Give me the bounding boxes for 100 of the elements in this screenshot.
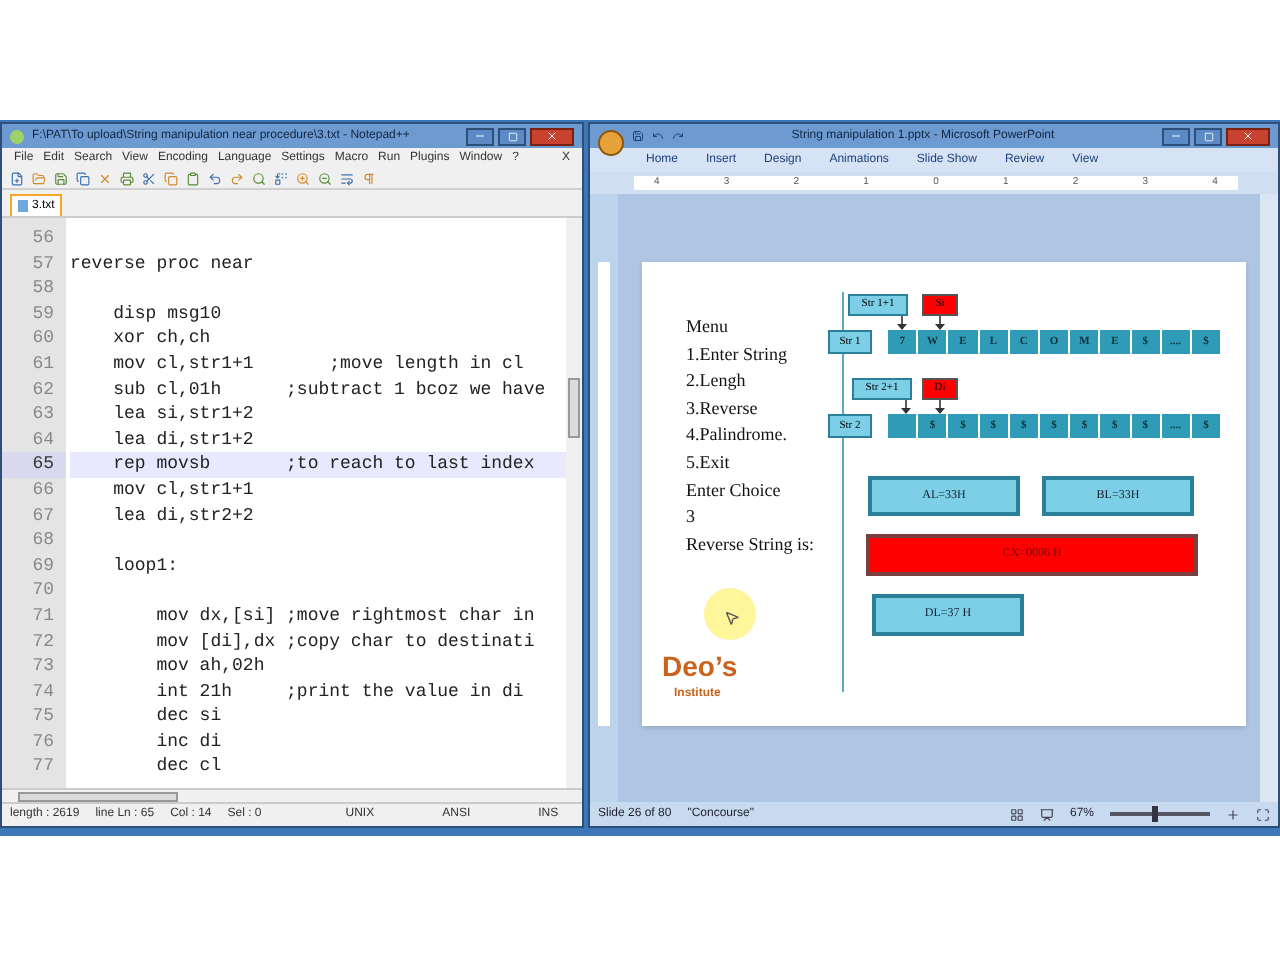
copy-icon[interactable]	[164, 171, 178, 185]
code-line: mov cl,str1+1 ;move length in cl	[111, 351, 526, 378]
pilcrow-icon[interactable]	[362, 171, 376, 185]
code-line: int 21h ;print the value in di	[154, 679, 526, 705]
line-number: 61	[30, 351, 56, 378]
code-line: lea si,str1+2	[111, 402, 256, 428]
down-arrow	[934, 316, 946, 330]
minimize-button[interactable]	[466, 127, 494, 145]
code-line: mov dx,[si] ;move rightmost char in	[154, 603, 537, 629]
slide-text: Enter Choice	[686, 477, 783, 504]
close-icon	[546, 130, 558, 142]
scissors-icon[interactable]	[142, 171, 156, 185]
search-icon[interactable]	[252, 171, 266, 185]
new-file-icon[interactable]	[10, 171, 24, 185]
memory-cell	[888, 414, 919, 438]
close-icon	[1242, 130, 1254, 142]
maximize-icon	[1203, 131, 1213, 141]
line-number: 72	[30, 629, 56, 655]
down-arrow	[934, 400, 946, 414]
logo-text: Deo’s	[662, 648, 738, 686]
file-icon	[18, 200, 28, 212]
line-number: 75	[30, 704, 56, 730]
line-number: 70	[30, 578, 56, 604]
line-number: 76	[30, 729, 56, 755]
maximize-button[interactable]	[1194, 127, 1222, 145]
mouse-cursor-icon	[724, 610, 740, 626]
down-arrow	[900, 400, 912, 414]
fit-icon[interactable]	[1256, 807, 1270, 821]
slide-text: Menu	[686, 314, 730, 340]
grid-view-icon[interactable]	[1009, 807, 1024, 821]
vertical-scrollbar[interactable]	[566, 218, 582, 788]
minimize-button[interactable]	[1162, 127, 1190, 145]
code-line: lea di,str2+2	[111, 503, 256, 529]
code-line: mov [di],dx ;copy char to destinati	[154, 629, 537, 655]
line-number: 59	[30, 301, 56, 327]
redo-icon[interactable]	[672, 130, 684, 142]
code-line: mov cl,str1+1	[111, 477, 256, 504]
vertical-scrollbar[interactable]	[1260, 194, 1278, 802]
slide-text: 3.Reverse	[686, 395, 760, 422]
line-number: 62	[30, 377, 56, 403]
line-number: 60	[30, 326, 56, 352]
code-line: reverse proc near	[70, 251, 256, 277]
line-number: 56	[30, 226, 56, 252]
slide-text: Reverse String is:	[686, 531, 814, 558]
print-icon[interactable]	[120, 171, 134, 185]
code-line: lea di,str1+2	[111, 427, 256, 453]
code-line: mov ah,02h	[154, 654, 267, 680]
line-number: 66	[30, 477, 56, 504]
line-number: 64	[30, 427, 56, 453]
undo-icon[interactable]	[652, 130, 664, 142]
line-number: 74	[30, 679, 56, 705]
zoom-slider-thumb[interactable]	[1152, 806, 1159, 822]
zoom-in-icon[interactable]	[1226, 807, 1240, 821]
zoom-out-icon[interactable]	[318, 171, 332, 185]
copy-icon[interactable]	[76, 171, 90, 185]
wrap-icon[interactable]	[340, 171, 354, 185]
line-number: 67	[30, 503, 56, 529]
line-number: 68	[30, 528, 56, 554]
office-button[interactable]	[598, 129, 624, 155]
save-icon[interactable]	[54, 171, 68, 185]
scroll-thumb[interactable]	[568, 378, 580, 438]
cursor-highlight	[704, 588, 756, 640]
minimize-icon	[474, 130, 486, 142]
app-icon	[10, 129, 24, 143]
close-button[interactable]	[530, 127, 574, 145]
code-line: dec si	[154, 704, 224, 730]
line-number: 71	[30, 603, 56, 629]
redo-icon[interactable]	[230, 171, 244, 185]
code-line: xor ch,ch	[111, 326, 213, 352]
code-line: inc di	[154, 729, 224, 755]
code-line: sub cl,01h ;subtract 1 bcoz we have	[111, 377, 548, 403]
clipboard-icon[interactable]	[186, 171, 200, 185]
slideshow-icon[interactable]	[1039, 807, 1054, 821]
zoom-in-icon[interactable]	[296, 171, 310, 185]
down-arrow	[896, 316, 908, 330]
slide-text: 1.Enter String	[686, 341, 789, 368]
line-number: 57	[30, 251, 56, 277]
slide-text: 4.Palindrome.	[686, 422, 789, 449]
code-line: disp msg10	[111, 301, 224, 327]
folder-icon[interactable]	[32, 171, 46, 185]
horizontal-scrollbar[interactable]	[2, 788, 582, 802]
code-line: dec cl	[154, 754, 224, 781]
line-number: 65	[2, 452, 66, 478]
maximize-button[interactable]	[498, 127, 526, 145]
slide-text: 5.Exit	[686, 449, 732, 476]
save-icon[interactable]	[632, 130, 644, 142]
undo-icon[interactable]	[208, 171, 222, 185]
minimize-icon	[1170, 130, 1182, 142]
line-number: 63	[30, 402, 56, 428]
slide-text: 3	[686, 504, 697, 531]
close-icon[interactable]	[98, 171, 112, 185]
line-number: 73	[30, 654, 56, 680]
maximize-icon	[507, 131, 517, 141]
scroll-thumb[interactable]	[18, 792, 178, 802]
close-button[interactable]	[1226, 127, 1270, 145]
line-number: 58	[30, 276, 56, 302]
code-line: loop1:	[111, 553, 181, 579]
line-number: 69	[30, 553, 56, 579]
line-number: 77	[30, 754, 56, 781]
slide-text: 2.Lengh	[686, 368, 748, 395]
